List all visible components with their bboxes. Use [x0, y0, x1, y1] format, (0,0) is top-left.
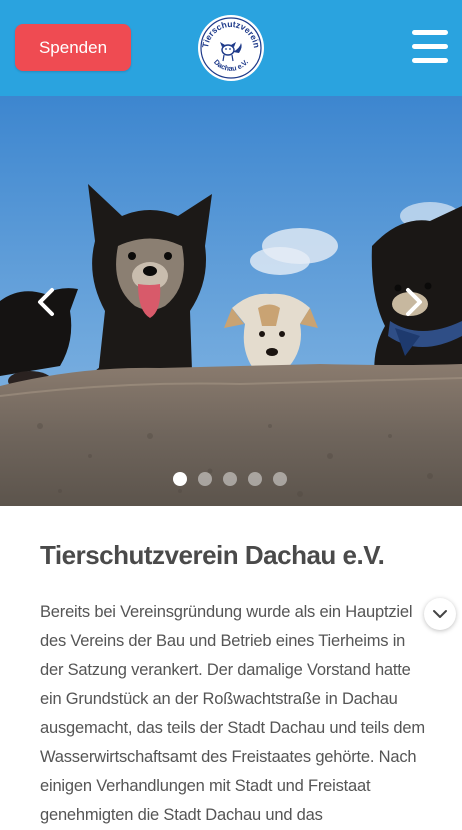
article-body: Bereits bei Vereinsgründung wurde als ei…	[40, 603, 425, 824]
menu-line-1	[412, 30, 448, 35]
slider-dot-5[interactable]	[273, 472, 287, 486]
slider-pagination	[173, 472, 293, 486]
chevron-down-icon	[433, 610, 447, 618]
article-title: Tierschutzverein Dachau e.V.	[40, 540, 385, 570]
slider-dot-2[interactable]	[198, 472, 212, 486]
dogs-looking-over-wall-image	[0, 96, 462, 506]
dog-cat-logo-icon: Tierschutzverein Dachau e.V.	[198, 15, 264, 81]
slider-next-button[interactable]	[396, 284, 432, 320]
expand-button[interactable]	[424, 598, 456, 630]
menu-line-2	[412, 44, 448, 49]
slider-dot-3[interactable]	[223, 472, 237, 486]
menu-line-3	[412, 58, 448, 63]
chevron-left-icon	[38, 288, 54, 316]
slider-dot-4[interactable]	[248, 472, 262, 486]
slider-prev-button[interactable]	[28, 284, 64, 320]
chevron-right-icon	[406, 288, 422, 316]
donate-button[interactable]: Spenden	[15, 24, 131, 71]
hamburger-menu-icon[interactable]	[412, 30, 448, 64]
slider-dot-1[interactable]	[173, 472, 187, 486]
hero-slider[interactable]	[0, 96, 462, 506]
article-section: Tierschutzverein Dachau e.V. Bereits bei…	[0, 506, 462, 824]
site-logo[interactable]: Tierschutzverein Dachau e.V.	[197, 14, 265, 82]
site-header: Spenden Tierschutzverein Dachau e.V.	[0, 0, 462, 96]
